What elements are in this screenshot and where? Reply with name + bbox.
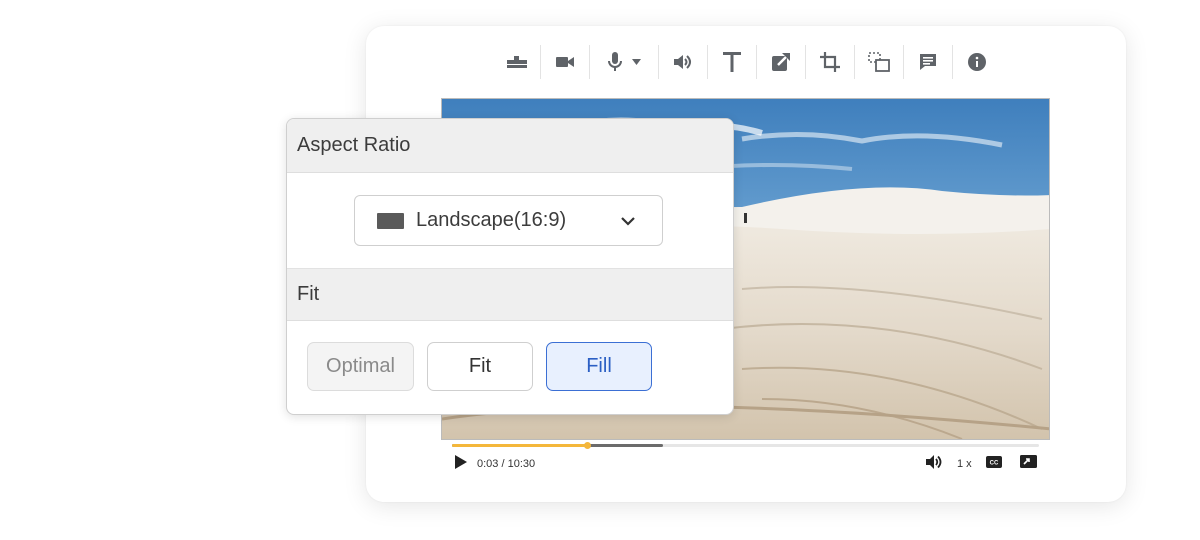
aspect-ratio-value: Landscape(16:9) bbox=[416, 209, 567, 231]
aspect-ratio-title: Aspect Ratio bbox=[297, 134, 411, 156]
play-icon[interactable] bbox=[455, 454, 467, 474]
landscape-ratio-icon bbox=[377, 212, 404, 229]
fill-button[interactable]: Fill bbox=[546, 342, 652, 391]
progress-played bbox=[452, 444, 587, 447]
speaker-icon[interactable] bbox=[659, 44, 707, 80]
text-icon[interactable] bbox=[708, 44, 756, 80]
aspect-ratio-panel: Aspect Ratio Landscape(16:9) Fit Optimal… bbox=[286, 118, 734, 415]
microphone-icon[interactable] bbox=[590, 44, 658, 80]
fullscreen-icon[interactable] bbox=[1019, 455, 1037, 473]
export-icon[interactable] bbox=[757, 44, 805, 80]
time-display: 0:03 / 10:30 bbox=[477, 458, 536, 470]
progress-thumb[interactable] bbox=[584, 442, 591, 449]
info-icon[interactable] bbox=[953, 44, 1001, 80]
resize-icon[interactable] bbox=[855, 44, 903, 80]
crop-icon[interactable] bbox=[806, 44, 854, 80]
fit-title: Fit bbox=[297, 283, 320, 305]
captions-icon[interactable]: CC bbox=[985, 455, 1002, 473]
playback-speed[interactable]: 1 x bbox=[957, 458, 972, 470]
progress-bar[interactable] bbox=[452, 442, 1039, 449]
svg-text:CC: CC bbox=[989, 461, 998, 467]
fit-button[interactable]: Fit bbox=[427, 342, 533, 391]
volume-icon[interactable] bbox=[926, 454, 943, 474]
fit-heading: Fit bbox=[287, 268, 733, 321]
timeline-icon[interactable] bbox=[493, 44, 540, 80]
player-controls-right: 1 x CC bbox=[926, 454, 1037, 474]
player-controls-left: 0:03 / 10:30 bbox=[455, 454, 536, 474]
chevron-down-icon bbox=[621, 217, 635, 226]
optimal-button[interactable]: Optimal bbox=[307, 342, 414, 391]
aspect-ratio-heading: Aspect Ratio bbox=[287, 119, 733, 173]
comment-icon[interactable] bbox=[904, 44, 952, 80]
toolbar bbox=[493, 44, 1001, 80]
camera-icon[interactable] bbox=[541, 44, 589, 80]
aspect-ratio-dropdown[interactable]: Landscape(16:9) bbox=[354, 195, 663, 246]
chevron-down-icon bbox=[632, 59, 641, 65]
